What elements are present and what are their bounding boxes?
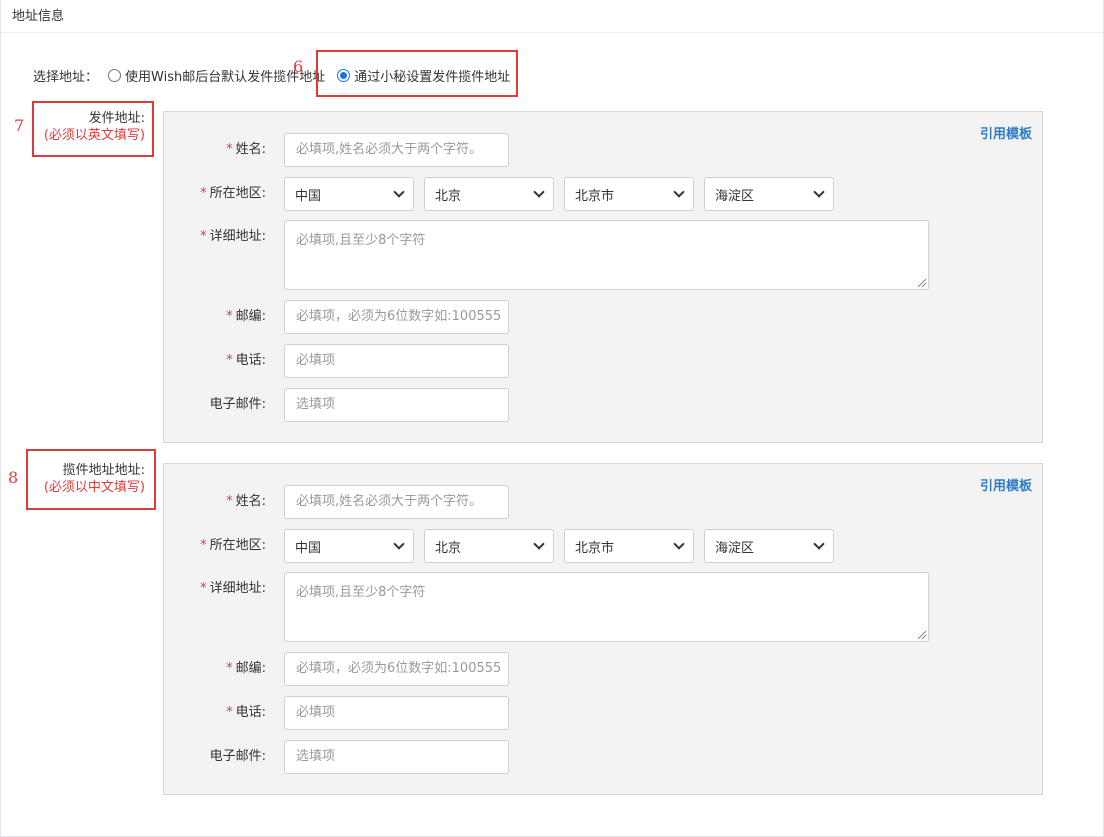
sender-email-row: 电子邮件: 选填项 xyxy=(164,388,509,422)
chevron-down-icon xyxy=(533,186,545,198)
pickup-name-label-text: 姓名: xyxy=(235,494,266,509)
sender-zip-input[interactable]: 必填项，必须为6位数字如:100555 xyxy=(284,300,509,334)
required-mark: * xyxy=(200,186,207,201)
annotation-number-6: 6 xyxy=(293,57,304,76)
sender-address-panel: 引用模板 * 姓名: 必填项,姓名必须大于两个字符。 * 所在地区: 中国 北京 北… xyxy=(163,111,1043,443)
sender-zip-label-text: 邮编: xyxy=(235,309,266,324)
pickup-email-input[interactable]: 选填项 xyxy=(284,740,509,774)
sender-address-label: 发件地址: (必须以英文填写) xyxy=(37,110,145,144)
sender-phone-label: * 电话: xyxy=(164,344,270,378)
pickup-region-row: * 所在地区: 中国 北京 北京市 海淀区 xyxy=(164,529,844,563)
required-mark: * xyxy=(200,229,207,244)
pickup-reference-template-link[interactable]: 引用模板 xyxy=(980,475,1032,494)
sender-email-label: 电子邮件: xyxy=(209,397,266,412)
required-mark: * xyxy=(226,661,233,676)
pickup-address-label: 揽件地址地址: (必须以中文填写) xyxy=(31,462,145,496)
sender-detail-row: * 详细地址: 必填项,且至少8个字符 xyxy=(164,220,929,290)
pickup-phone-label-text: 电话: xyxy=(235,705,266,720)
pickup-address-note: (必须以中文填写) xyxy=(43,480,145,495)
sender-reference-template-link[interactable]: 引用模板 xyxy=(980,123,1032,142)
pickup-detail-label: * 详细地址: xyxy=(164,572,270,606)
pickup-email-row: 电子邮件: 选填项 xyxy=(164,740,509,774)
pickup-province-select[interactable]: 北京 xyxy=(424,529,554,563)
chevron-down-icon xyxy=(393,186,405,198)
required-mark: * xyxy=(226,705,233,720)
sender-address-note: (必须以英文填写) xyxy=(43,128,145,143)
annotation-box-6 xyxy=(316,50,518,97)
pickup-detail-row: * 详细地址: 必填项,且至少8个字符 xyxy=(164,572,929,642)
address-info-page: 地址信息 选择地址： 使用Wish邮后台默认发件揽件地址 通过小秘设置发件揽件地… xyxy=(0,0,1104,837)
pickup-city-select[interactable]: 北京市 xyxy=(564,529,694,563)
sender-region-label: * 所在地区: xyxy=(164,177,270,211)
chevron-down-icon xyxy=(673,538,685,550)
sender-district-value: 海淀区 xyxy=(715,188,755,204)
section-title: 地址信息 xyxy=(12,9,65,24)
pickup-region-label-text: 所在地区: xyxy=(209,538,266,553)
sender-country-select[interactable]: 中国 xyxy=(284,177,414,211)
sender-name-label: * 姓名: xyxy=(164,133,270,167)
sender-city-value: 北京市 xyxy=(575,188,615,204)
address-choice-label: 选择地址： xyxy=(33,69,99,85)
section-header: 地址信息 xyxy=(1,0,1103,33)
pickup-country-value: 中国 xyxy=(295,540,322,556)
sender-district-select[interactable]: 海淀区 xyxy=(704,177,834,211)
pickup-phone-label: * 电话: xyxy=(164,696,270,730)
pickup-district-select[interactable]: 海淀区 xyxy=(704,529,834,563)
pickup-detail-label-text: 详细地址: xyxy=(209,581,266,596)
pickup-zip-input[interactable]: 必填项，必须为6位数字如:100555 xyxy=(284,652,509,686)
sender-name-label-text: 姓名: xyxy=(235,142,266,157)
sender-province-select[interactable]: 北京 xyxy=(424,177,554,211)
required-mark: * xyxy=(200,538,207,553)
annotation-number-7: 7 xyxy=(14,116,25,135)
sender-region-label-text: 所在地区: xyxy=(209,186,266,201)
sender-name-row: * 姓名: 必填项,姓名必须大于两个字符。 xyxy=(164,133,509,167)
pickup-phone-input[interactable]: 必填项 xyxy=(284,696,509,730)
sender-zip-label: * 邮编: xyxy=(164,300,270,334)
chevron-down-icon xyxy=(813,186,825,198)
sender-phone-input[interactable]: 必填项 xyxy=(284,344,509,378)
sender-detail-label-text: 详细地址: xyxy=(209,229,266,244)
pickup-name-input[interactable]: 必填项,姓名必须大于两个字符。 xyxy=(284,485,509,519)
pickup-address-title: 揽件地址地址: xyxy=(62,463,145,478)
required-mark: * xyxy=(226,353,233,368)
sender-country-value: 中国 xyxy=(295,188,322,204)
pickup-detail-textarea[interactable]: 必填项,且至少8个字符 xyxy=(284,572,929,642)
sender-phone-row: * 电话: 必填项 xyxy=(164,344,509,378)
pickup-zip-row: * 邮编: 必填项，必须为6位数字如:100555 xyxy=(164,652,509,686)
pickup-name-row: * 姓名: 必填项,姓名必须大于两个字符。 xyxy=(164,485,509,519)
sender-detail-textarea[interactable]: 必填项,且至少8个字符 xyxy=(284,220,929,290)
pickup-email-label: 电子邮件: xyxy=(209,749,266,764)
sender-region-row: * 所在地区: 中国 北京 北京市 海淀区 xyxy=(164,177,844,211)
pickup-phone-row: * 电话: 必填项 xyxy=(164,696,509,730)
pickup-city-value: 北京市 xyxy=(575,540,615,556)
radio-wish-default[interactable] xyxy=(108,68,122,82)
required-mark: * xyxy=(226,494,233,509)
annotation-number-8: 8 xyxy=(8,468,19,487)
sender-email-input[interactable]: 选填项 xyxy=(284,388,509,422)
pickup-zip-label-text: 邮编: xyxy=(235,661,266,676)
required-mark: * xyxy=(226,309,233,324)
pickup-zip-label: * 邮编: xyxy=(164,652,270,686)
pickup-name-label: * 姓名: xyxy=(164,485,270,519)
pickup-region-label: * 所在地区: xyxy=(164,529,270,563)
chevron-down-icon xyxy=(393,538,405,550)
pickup-address-panel: 引用模板 * 姓名: 必填项,姓名必须大于两个字符。 * 所在地区: 中国 北京 北… xyxy=(163,463,1043,795)
sender-phone-label-text: 电话: xyxy=(235,353,266,368)
sender-address-title: 发件地址: xyxy=(88,111,145,126)
sender-city-select[interactable]: 北京市 xyxy=(564,177,694,211)
chevron-down-icon xyxy=(533,538,545,550)
chevron-down-icon xyxy=(813,538,825,550)
sender-name-input[interactable]: 必填项,姓名必须大于两个字符。 xyxy=(284,133,509,167)
sender-zip-row: * 邮编: 必填项，必须为6位数字如:100555 xyxy=(164,300,509,334)
sender-detail-label: * 详细地址: xyxy=(164,220,270,254)
chevron-down-icon xyxy=(673,186,685,198)
pickup-district-value: 海淀区 xyxy=(715,540,755,556)
pickup-country-select[interactable]: 中国 xyxy=(284,529,414,563)
required-mark: * xyxy=(226,142,233,157)
sender-province-value: 北京 xyxy=(435,188,462,204)
pickup-province-value: 北京 xyxy=(435,540,462,556)
required-mark: * xyxy=(200,581,207,596)
